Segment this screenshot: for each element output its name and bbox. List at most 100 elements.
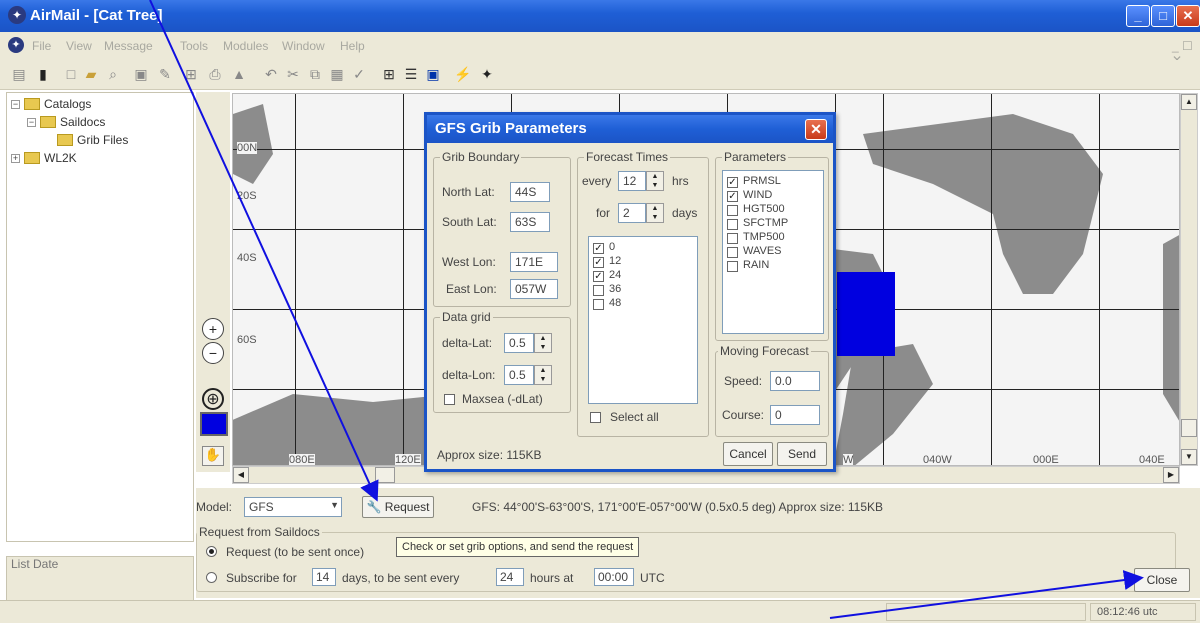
delta-lat-input[interactable]: 0.5	[504, 333, 534, 353]
east-lon-input[interactable]: 057W	[510, 279, 558, 299]
chevron-down-icon[interactable]: ▼	[330, 500, 339, 510]
selection-box-icon[interactable]	[200, 412, 228, 436]
hgt500-checkbox[interactable]	[727, 205, 738, 216]
cut-icon[interactable]: ✂	[284, 65, 302, 83]
close-window-button[interactable]: ✕	[1176, 5, 1200, 27]
menu-file[interactable]: File	[32, 39, 51, 53]
zoom-in-icon[interactable]: +	[202, 318, 224, 340]
pan-hand-icon[interactable]: ✋	[202, 446, 224, 466]
grid-icon[interactable]: ⊞	[182, 65, 200, 83]
sfctmp-checkbox[interactable]	[727, 219, 738, 230]
model-select[interactable]: GFS ▼	[244, 497, 342, 517]
cancel-button[interactable]: Cancel	[723, 442, 773, 466]
undo-icon[interactable]: ↶	[262, 65, 280, 83]
spellcheck-icon[interactable]: ✓	[350, 65, 368, 83]
window-view-icon[interactable]: ▣	[424, 65, 442, 83]
delete-icon[interactable]: ▲	[230, 65, 248, 83]
every-hours-input[interactable]: 12	[618, 171, 646, 191]
wind-checkbox[interactable]: ✓	[727, 191, 738, 202]
tree-node-catalogs[interactable]: − Catalogs	[11, 97, 91, 111]
course-input[interactable]: 0	[770, 405, 820, 425]
parameters-label: Parameters	[722, 150, 789, 164]
print-icon[interactable]: ⎙	[206, 65, 224, 83]
book-icon[interactable]: ▮	[34, 65, 52, 83]
menu-window[interactable]: Window	[282, 39, 325, 53]
scroll-thumb[interactable]	[375, 467, 395, 483]
zoom-out-icon[interactable]: −	[202, 342, 224, 364]
forecast-times-group: Forecast Times every 12 ▲ ▼ hrs for 2 ▲ ▼ …	[577, 150, 709, 437]
scroll-up-icon[interactable]: ▲	[1181, 94, 1197, 110]
delta-lon-spinner[interactable]: ▲ ▼	[534, 365, 552, 385]
time-12-checkbox[interactable]: ✓	[593, 257, 604, 268]
delta-lat-spinner[interactable]: ▲ ▼	[534, 333, 552, 353]
close-button[interactable]: Close	[1134, 568, 1190, 592]
menu-tools[interactable]: Tools	[180, 39, 208, 53]
waves-checkbox[interactable]	[727, 247, 738, 258]
airmail-logo-icon[interactable]: ✦	[8, 6, 26, 24]
map-vertical-scrollbar[interactable]: ▲ ▼	[1180, 93, 1198, 466]
scroll-thumb[interactable]	[1181, 419, 1197, 437]
tmp500-checkbox[interactable]	[727, 233, 738, 244]
copy-icon[interactable]: ⧉	[306, 65, 324, 83]
subscribe-time-input[interactable]: 00:00	[594, 568, 634, 586]
menu-help[interactable]: Help	[340, 39, 365, 53]
for-days-input[interactable]: 2	[618, 203, 646, 223]
forecast-times-list[interactable]: ✓ 0 ✓ 12 ✓ 24 36 48	[588, 236, 698, 404]
time-48-checkbox[interactable]	[593, 299, 604, 310]
save-icon[interactable]: ▣	[132, 65, 150, 83]
collapse-icon[interactable]: −	[11, 100, 20, 109]
lightning-icon[interactable]: ⚡	[454, 65, 472, 83]
menu-modules[interactable]: Modules	[223, 39, 268, 53]
edit-icon[interactable]: ✎	[156, 65, 174, 83]
paste-icon[interactable]: ▦	[328, 65, 346, 83]
prmsl-checkbox[interactable]: ✓	[727, 177, 738, 188]
speed-input[interactable]: 0.0	[770, 371, 820, 391]
minimize-button[interactable]: _	[1126, 5, 1150, 27]
rain-checkbox[interactable]	[727, 261, 738, 272]
expand-icon[interactable]: +	[11, 154, 20, 163]
crosshair-icon[interactable]: ⊕	[202, 388, 224, 410]
time-24-checkbox[interactable]: ✓	[593, 271, 604, 282]
parameters-list[interactable]: ✓ PRMSL ✓ WIND HGT500 SFCTMP TMP500 WAVES …	[722, 170, 824, 334]
maxsea-label: Maxsea (-dLat)	[462, 392, 543, 406]
every-hours-spinner[interactable]: ▲ ▼	[646, 171, 664, 191]
delta-lat-label: delta-Lat:	[442, 336, 493, 350]
maxsea-checkbox[interactable]	[444, 394, 455, 405]
globe-icon[interactable]: ✦	[478, 65, 496, 83]
south-lat-input[interactable]: 63S	[510, 212, 550, 232]
subscribe-days-input[interactable]: 14	[312, 568, 336, 586]
for-days-spinner[interactable]: ▲ ▼	[646, 203, 664, 223]
north-lat-input[interactable]: 44S	[510, 182, 550, 202]
scroll-down-icon[interactable]: ▼	[1181, 449, 1197, 465]
new-document-icon[interactable]: □	[62, 65, 80, 83]
time-36-checkbox[interactable]	[593, 285, 604, 296]
app-menu-icon[interactable]: ✦	[8, 37, 24, 53]
layout-icon[interactable]: ▤	[10, 65, 28, 83]
param-label: SFCTMP	[743, 217, 789, 229]
subscribe-hours-input[interactable]: 24	[496, 568, 524, 586]
find-icon[interactable]: ⌕	[104, 65, 122, 83]
menu-view[interactable]: View	[66, 39, 92, 53]
list-view-icon[interactable]: ☰	[402, 65, 420, 83]
request-button[interactable]: 🔧 Request	[362, 496, 434, 518]
lon-label: 040E	[1139, 454, 1165, 466]
tree-node-saildocs[interactable]: − Saildocs	[27, 115, 105, 129]
scroll-left-icon[interactable]: ◀	[233, 467, 249, 483]
menu-message[interactable]: Message	[104, 39, 153, 53]
collapse-icon[interactable]: −	[27, 118, 36, 127]
time-0-checkbox[interactable]: ✓	[593, 243, 604, 254]
dialog-close-button[interactable]: ✕	[805, 119, 827, 140]
scroll-right-icon[interactable]: ▶	[1163, 467, 1179, 483]
split-view-icon[interactable]: ⊞	[380, 65, 398, 83]
select-all-checkbox[interactable]	[590, 412, 601, 423]
request-once-radio[interactable]	[206, 546, 217, 557]
tree-node-wl2k[interactable]: + WL2K	[11, 151, 77, 165]
subscribe-radio[interactable]	[206, 572, 217, 583]
open-folder-icon[interactable]: ▰	[82, 65, 100, 83]
tree-node-grib-files[interactable]: Grib Files	[57, 133, 128, 147]
grib-selection-area[interactable]	[837, 272, 895, 356]
send-button[interactable]: Send	[777, 442, 827, 466]
delta-lon-input[interactable]: 0.5	[504, 365, 534, 385]
west-lon-input[interactable]: 171E	[510, 252, 558, 272]
maximize-button[interactable]: □	[1151, 5, 1175, 27]
